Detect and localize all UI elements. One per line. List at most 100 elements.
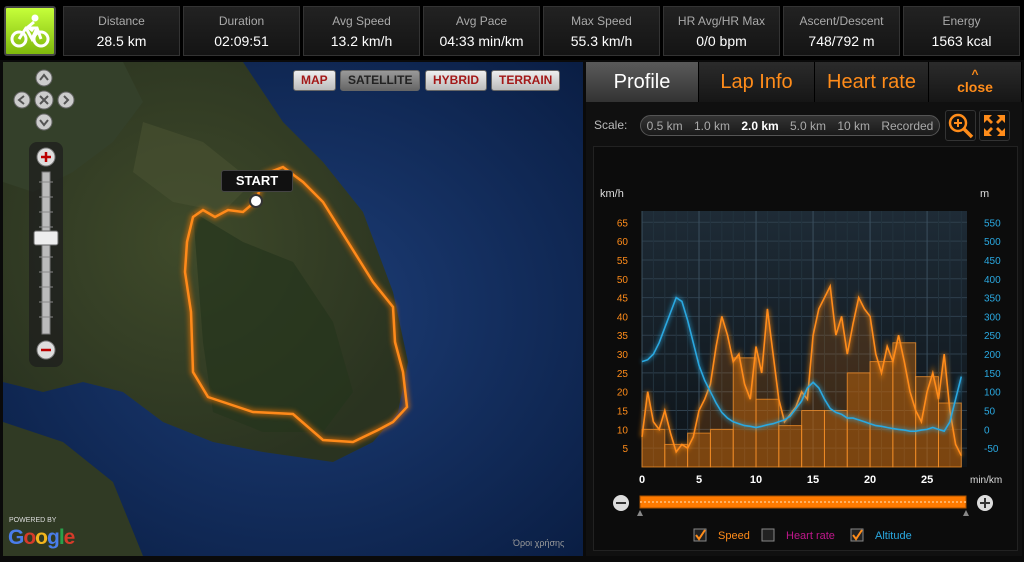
- stat-max-speed: Max Speed 55.3 km/h: [543, 6, 660, 56]
- left-tick-label: 35: [617, 331, 629, 342]
- scale-option[interactable]: Recorded: [881, 119, 933, 133]
- scale-option[interactable]: 0.5 km: [647, 119, 683, 133]
- stat-ascent-descent: Ascent/Descent 748/792 m: [783, 6, 900, 56]
- stat-avg-speed: Avg Speed 13.2 km/h: [303, 6, 420, 56]
- legend-heart-rate-checkbox[interactable]: [761, 528, 775, 542]
- stat-label: Energy: [942, 13, 981, 28]
- profile-panel: Profile Lap Info Heart rate ^ close Scal…: [586, 62, 1022, 556]
- stat-heart-rate: HR Avg/HR Max 0/0 bpm: [663, 6, 780, 56]
- map-type-hybrid-button[interactable]: HYBRID: [425, 70, 488, 91]
- terms-link[interactable]: Όροι χρήσης: [513, 538, 564, 548]
- stat-value: 55.3 km/h: [570, 32, 633, 49]
- legend-speed-checkbox[interactable]: [693, 528, 707, 542]
- stat-value: 0/0 bpm: [696, 32, 747, 49]
- zoom-chart-button[interactable]: [945, 110, 976, 141]
- zoom-in-button[interactable]: [36, 147, 56, 167]
- stat-value: 28.5 km: [96, 32, 147, 49]
- map-imagery: [3, 62, 583, 556]
- right-tick-label: 0: [984, 425, 990, 436]
- x-tick-label: 10: [750, 474, 762, 486]
- stat-avg-pace: Avg Pace 04:33 min/km: [423, 6, 540, 56]
- stat-value: 1563 kcal: [931, 32, 992, 49]
- bicycle-icon: [10, 14, 50, 48]
- x-tick-label: 20: [864, 474, 876, 486]
- right-tick-label: 50: [984, 407, 996, 418]
- stat-distance: Distance 28.5 km: [63, 6, 180, 56]
- stat-label: Duration: [218, 13, 265, 28]
- stat-label: Max Speed: [571, 13, 632, 28]
- x-tick-label: 0: [639, 474, 645, 486]
- scale-option[interactable]: 5.0 km: [790, 119, 826, 133]
- pan-right-icon[interactable]: [56, 90, 76, 110]
- chevron-up-icon: ^: [971, 67, 979, 81]
- stat-value: 02:09:51: [214, 32, 269, 49]
- legend-altitude-checkbox[interactable]: [850, 528, 864, 542]
- left-tick-label: 5: [622, 444, 628, 455]
- pan-control[interactable]: [11, 68, 59, 138]
- range-slider[interactable]: [613, 495, 993, 516]
- app-window: Distance 28.5 km Duration 02:09:51 Avg Spe…: [0, 0, 1024, 562]
- start-label: START: [221, 170, 293, 192]
- fullscreen-button[interactable]: [979, 110, 1010, 141]
- tab-heart-rate[interactable]: Heart rate: [815, 62, 929, 102]
- scale-option[interactable]: 1.0 km: [694, 119, 730, 133]
- tab-lap-info[interactable]: Lap Info: [699, 62, 815, 102]
- stat-label: Distance: [98, 13, 145, 28]
- legend-altitude-label: Altitude: [875, 530, 912, 542]
- zoom-slider[interactable]: [29, 142, 63, 367]
- right-tick-label: 550: [984, 218, 1001, 229]
- stat-energy: Energy 1563 kcal: [903, 6, 1020, 56]
- left-axis-unit: km/h: [600, 188, 624, 200]
- left-tick-label: 10: [617, 425, 629, 436]
- right-tick-label: 400: [984, 275, 1001, 286]
- left-tick-label: 25: [617, 369, 629, 380]
- right-tick-label: 250: [984, 331, 1001, 342]
- zoom-handle: [33, 230, 59, 246]
- zoom-out-button[interactable]: [36, 340, 56, 360]
- x-axis-unit: min/km: [970, 475, 1002, 486]
- x-tick-label: 5: [696, 474, 702, 486]
- left-tick-label: 65: [617, 218, 629, 229]
- right-tick-label: 350: [984, 294, 1001, 305]
- profile-chart[interactable]: 5 10 15 20 25 30 35 40 45 50 55 60 65 -50 0 50 100 150 200…: [593, 146, 1018, 551]
- right-tick-label: 300: [984, 312, 1001, 323]
- scale-label: Scale:: [594, 118, 628, 132]
- stat-label: Avg Pace: [455, 13, 508, 28]
- right-tick-label: 150: [984, 369, 1001, 380]
- start-marker: [249, 194, 263, 208]
- stat-value: 04:33 min/km: [439, 32, 524, 49]
- left-tick-label: 30: [617, 350, 629, 361]
- scale-selector[interactable]: 0.5 km 1.0 km 2.0 km 5.0 km 10 km Record…: [640, 115, 940, 136]
- panel-tabs: Profile Lap Info Heart rate ^ close: [586, 62, 1022, 102]
- right-tick-label: 450: [984, 256, 1001, 267]
- stats-bar: Distance 28.5 km Duration 02:09:51 Avg Spe…: [0, 0, 1024, 60]
- x-tick-label: 15: [807, 474, 819, 486]
- magnifier-plus-icon: [948, 113, 974, 139]
- expand-icon: [984, 115, 1005, 136]
- right-tick-label: -50: [984, 444, 999, 455]
- left-tick-label: 50: [617, 275, 629, 286]
- left-tick-label: 45: [617, 294, 629, 305]
- left-tick-label: 40: [617, 312, 629, 323]
- stat-value: 748/792 m: [808, 32, 875, 49]
- map-type-map-button[interactable]: MAP: [293, 70, 336, 91]
- right-tick-label: 500: [984, 237, 1001, 248]
- stat-value: 13.2 km/h: [330, 32, 393, 49]
- scale-option[interactable]: 10 km: [837, 119, 870, 133]
- chart-legend: Speed Heart rate Altitude: [693, 528, 912, 542]
- satellite-map[interactable]: MAP SATELLITE HYBRID TERRAIN START POWER…: [3, 62, 583, 556]
- right-tick-label: 200: [984, 350, 1001, 361]
- stat-label: Ascent/Descent: [799, 13, 884, 28]
- stat-duration: Duration 02:09:51: [183, 6, 300, 56]
- google-logo[interactable]: Google: [8, 526, 75, 550]
- close-button[interactable]: ^ close: [929, 62, 1022, 102]
- sport-type-button[interactable]: [4, 6, 56, 56]
- powered-by-text: POWERED BY: [9, 517, 57, 524]
- map-type-satellite-button[interactable]: SATELLITE: [340, 70, 421, 91]
- right-tick-label: 100: [984, 388, 1001, 399]
- tab-profile[interactable]: Profile: [586, 62, 699, 102]
- left-tick-label: 20: [617, 388, 629, 399]
- x-tick-label: 25: [921, 474, 933, 486]
- scale-option-selected[interactable]: 2.0 km: [741, 119, 778, 133]
- map-type-terrain-button[interactable]: TERRAIN: [491, 70, 561, 91]
